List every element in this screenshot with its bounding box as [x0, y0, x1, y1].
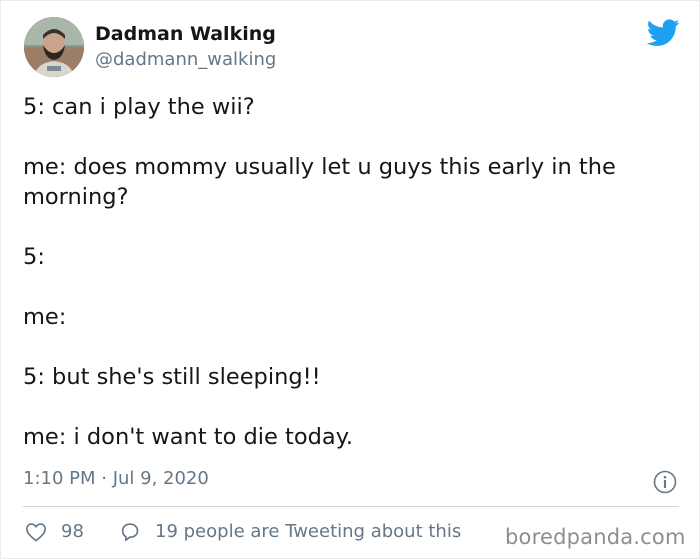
display-name[interactable]: Dadman Walking [95, 23, 276, 45]
tweet-line: me: does mommy usually let u guys this e… [23, 154, 616, 180]
tweet-line: me: i don't want to die today. [23, 424, 353, 450]
tweet-line: 5: but she's still sleeping!! [23, 364, 321, 390]
tweet-line: morning? [23, 184, 129, 210]
avatar-photo [24, 17, 84, 77]
avatar[interactable] [24, 17, 84, 77]
info-icon[interactable] [653, 470, 677, 494]
watermark: boredpanda.com [505, 525, 686, 549]
tweet-line: 5: can i play the wii? [23, 94, 255, 120]
divider [23, 506, 679, 507]
like-count[interactable]: 98 [61, 521, 84, 542]
reply-bubble-icon[interactable] [119, 521, 141, 543]
twitter-bird-icon[interactable] [647, 19, 680, 47]
tweet-text: 5: can i play the wii? me: does mommy us… [23, 92, 683, 452]
tweet-line: 5: [23, 244, 45, 270]
tweeting-about-link[interactable]: 19 people are Tweeting about this [155, 521, 461, 542]
heart-icon[interactable] [25, 522, 47, 542]
tweet-timestamp[interactable]: 1:10 PM · Jul 9, 2020 [23, 468, 209, 489]
user-handle[interactable]: @dadmann_walking [95, 49, 276, 70]
tweet-line: me: [23, 304, 67, 330]
tweet-card: Dadman Walking @dadmann_walking 5: can i… [0, 0, 700, 559]
